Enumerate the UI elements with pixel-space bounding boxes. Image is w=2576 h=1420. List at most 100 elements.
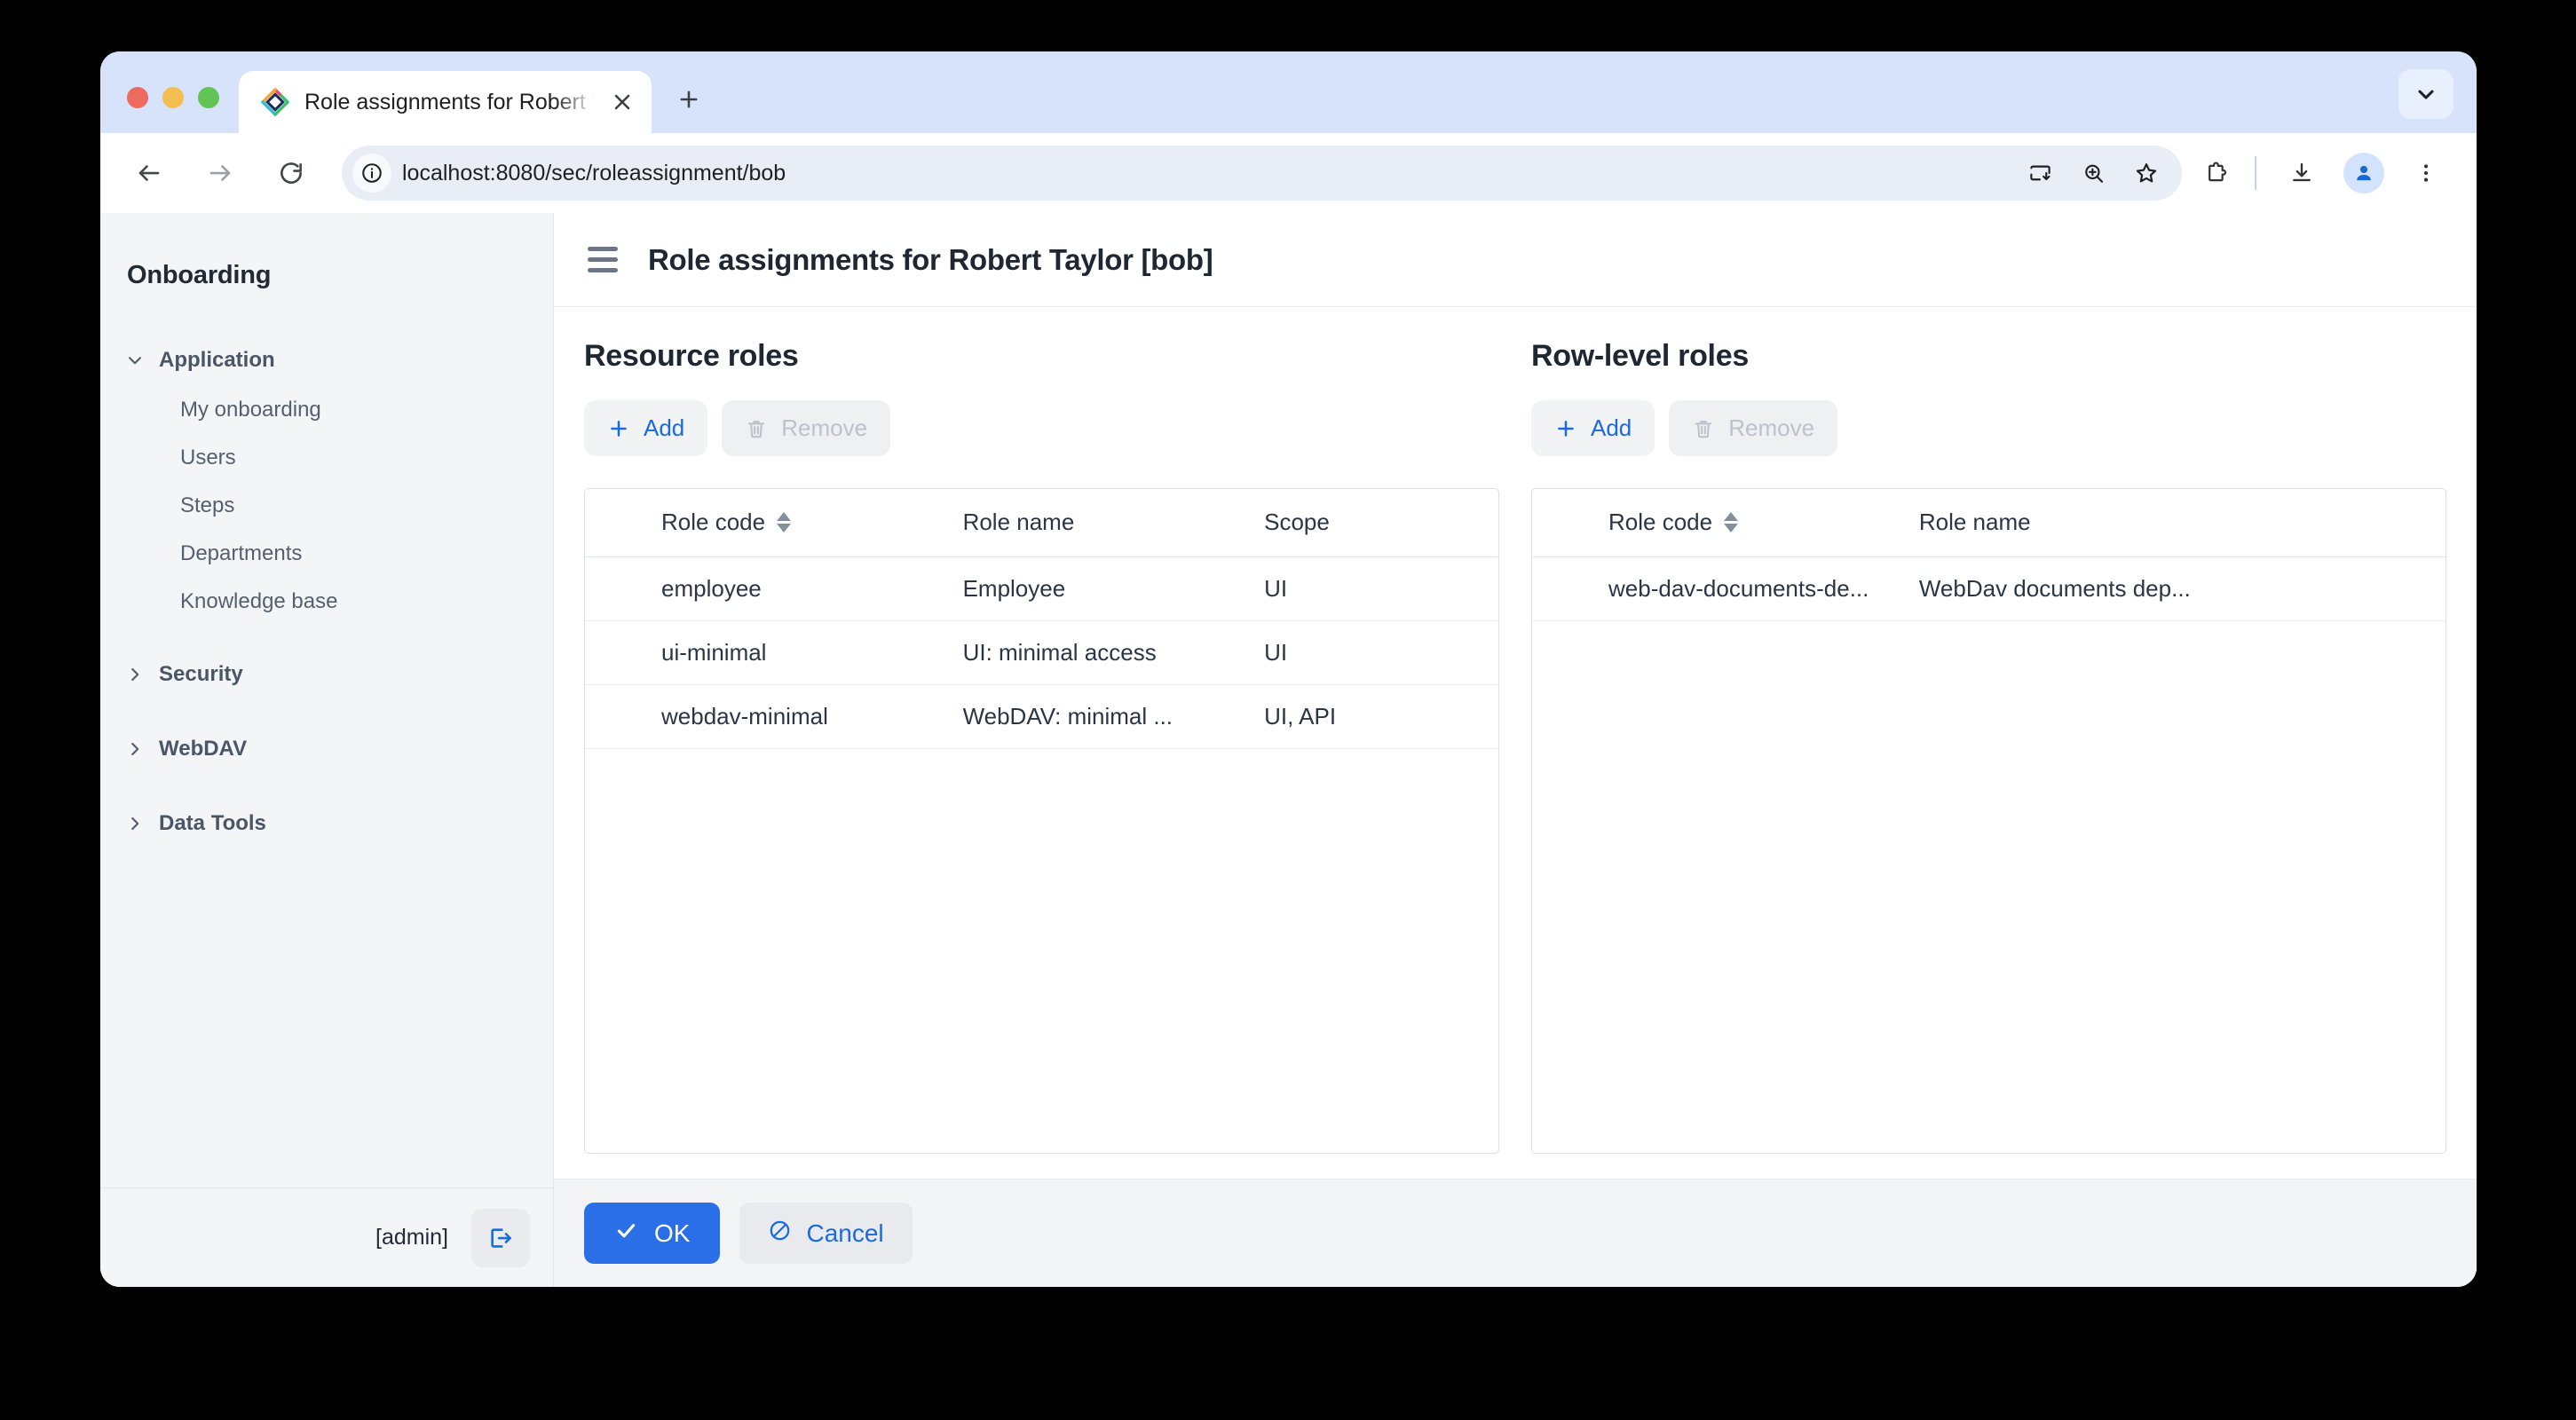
panel-row-level-roles: Row-level roles Add [1531,339,2446,1154]
minimize-window-button[interactable] [162,87,184,108]
cell-role-code: web-dav-documents-de... [1608,556,1919,620]
sidebar-group-label: Application [159,348,275,373]
cell-scope: UI, API [1264,684,1498,748]
tab-search-chevron-down-icon[interactable] [2398,69,2454,119]
ok-button[interactable]: OK [584,1203,720,1264]
sidebar-group-application[interactable]: Application [100,335,553,386]
new-tab-button[interactable] [666,76,712,122]
add-row-level-role-button[interactable]: Add [1531,400,1655,456]
column-label: Role code [661,509,765,536]
add-button-label: Add [1591,414,1632,442]
hamburger-menu-icon[interactable] [588,247,618,272]
panel-resource-roles: Resource roles Add [584,339,1499,1154]
row-checkbox-cell [585,684,661,748]
table-body: employee Employee UI ui-minimal UI: mini… [585,556,1498,748]
column-header-role-name[interactable]: Role name [963,489,1265,556]
remove-row-level-role-button[interactable]: Remove [1669,400,1837,456]
plus-icon [1554,417,1577,440]
close-window-button[interactable] [127,87,148,108]
remove-button-label: Remove [1728,414,1814,442]
column-header-role-name[interactable]: Role name [1919,489,2446,556]
browser-tab[interactable]: Role assignments for Robert Taylor [bob] [239,71,652,133]
add-resource-role-button[interactable]: Add [584,400,707,456]
remove-button-label: Remove [781,414,867,442]
profile-avatar[interactable] [2336,146,2391,201]
app-page: Onboarding Application My onboarding Use… [100,213,2477,1287]
browser-window: Role assignments for Robert Taylor [bob] [100,51,2477,1287]
app-sidebar: Onboarding Application My onboarding Use… [100,213,554,1287]
column-header-role-code[interactable]: Role code [661,489,963,556]
panel-toolbar: Add Remove [584,400,1499,456]
column-header-role-code[interactable]: Role code [1608,489,1919,556]
panel-title: Resource roles [584,339,1499,374]
check-icon [614,1219,638,1249]
extensions-icon[interactable] [2189,146,2244,201]
panel-toolbar: Add Remove [1531,400,2446,456]
back-icon[interactable] [122,146,177,201]
table-row[interactable]: employee Employee UI [585,556,1498,620]
address-bar[interactable]: localhost:8080/sec/roleassignment/bob [342,146,2182,201]
chevron-right-icon [125,814,145,833]
remove-resource-role-button[interactable]: Remove [722,400,890,456]
column-label: Role code [1608,509,1712,536]
cancel-button-label: Cancel [806,1219,883,1248]
cell-role-code: employee [661,556,963,620]
logout-icon[interactable] [471,1209,530,1267]
column-label: Scope [1264,509,1330,535]
sidebar-footer: [admin] [100,1187,553,1287]
maximize-window-button[interactable] [198,87,219,108]
app-title: Onboarding [100,213,553,290]
sidebar-item-users[interactable]: Users [100,434,553,482]
site-info-icon[interactable] [352,154,391,193]
select-all-header [1532,489,1608,556]
address-bar-url: localhost:8080/sec/roleassignment/bob [402,161,2017,186]
sidebar-item-my-onboarding[interactable]: My onboarding [100,386,553,434]
chevron-right-icon [125,665,145,684]
sidebar-group-webdav[interactable]: WebDAV [100,723,553,775]
content-header: Role assignments for Robert Taylor [bob] [554,213,2477,307]
sort-icon[interactable] [777,512,791,532]
avatar-icon [2343,153,2384,193]
close-tab-icon[interactable] [609,89,636,115]
row-level-roles-grid: Role code Role name [1531,488,2446,1154]
table-row[interactable]: web-dav-documents-de... WebDav documents… [1532,556,2446,620]
table-row[interactable]: webdav-minimal WebDAV: minimal ... UI, A… [585,684,1498,748]
panel-title: Row-level roles [1531,339,2446,374]
sidebar-nav: Application My onboarding Users Steps De… [100,290,553,1187]
sort-icon[interactable] [1724,512,1738,532]
sidebar-group-data-tools[interactable]: Data Tools [100,798,553,849]
ok-button-label: OK [654,1219,690,1248]
cell-role-name: WebDAV: minimal ... [963,684,1265,748]
zoom-icon[interactable] [2070,150,2116,196]
cell-scope: UI [1264,620,1498,684]
plus-icon [607,417,630,440]
cell-role-name: UI: minimal access [963,620,1265,684]
sidebar-item-departments[interactable]: Departments [100,530,553,578]
add-button-label: Add [644,414,684,442]
chrome-menu-icon[interactable] [2398,146,2454,201]
nav-spacer [100,626,553,649]
column-header-scope[interactable]: Scope [1264,489,1498,556]
cancel-button[interactable]: Cancel [739,1203,912,1264]
cell-role-name: Employee [963,556,1265,620]
browser-tab-title: Role assignments for Robert Taylor [bob] [304,90,595,115]
sidebar-item-knowledge-base[interactable]: Knowledge base [100,578,553,626]
forward-icon[interactable] [193,146,248,201]
table-head: Role code Role name Scope [585,489,1498,556]
select-all-header [585,489,661,556]
ban-icon [768,1219,792,1249]
cast-icon[interactable] [2017,150,2063,196]
sidebar-group-security[interactable]: Security [100,649,553,700]
nav-spacer [100,700,553,723]
column-label: Role name [963,509,1075,535]
sidebar-item-steps[interactable]: Steps [100,482,553,530]
reload-icon[interactable] [264,146,319,201]
table-row[interactable]: ui-minimal UI: minimal access UI [585,620,1498,684]
chevron-right-icon [125,739,145,759]
downloads-icon[interactable] [2274,146,2329,201]
toolbar-separator [2255,156,2256,190]
page-title: Role assignments for Robert Taylor [bob] [648,243,1213,277]
column-label: Role name [1919,509,2031,535]
bookmark-star-icon[interactable] [2123,150,2169,196]
row-checkbox-cell [1532,556,1608,620]
